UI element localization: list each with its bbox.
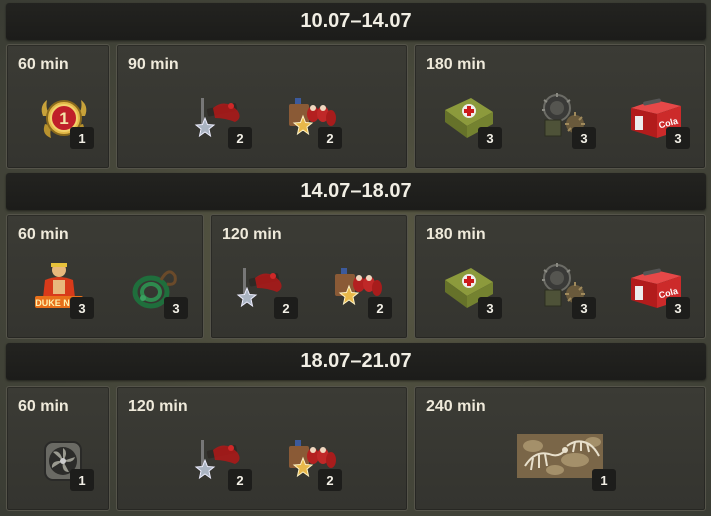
reward-card: 60 min 1 xyxy=(6,386,110,511)
item-count-badge: 1 xyxy=(70,469,94,491)
item-count-badge: 3 xyxy=(478,297,502,319)
duration-label: 180 min xyxy=(426,226,486,243)
duration-label: 120 min xyxy=(222,226,282,243)
reward-card: 120 min 2 2 xyxy=(116,386,408,511)
reward-card: 240 min 1 xyxy=(414,386,706,511)
item-count-badge: 3 xyxy=(70,297,94,319)
reward-card: 60 min 1 1 xyxy=(6,44,110,169)
period-header: 14.07–18.07 xyxy=(6,173,706,210)
svg-text:1: 1 xyxy=(59,109,68,128)
reward-card: 60 min DUKE NUK 3 3 xyxy=(6,214,204,339)
period-header: 18.07–21.07 xyxy=(6,343,706,380)
duration-label: 240 min xyxy=(426,398,486,415)
item-count-badge: 2 xyxy=(368,297,392,319)
duration-label: 60 min xyxy=(18,226,69,243)
duration-label: 60 min xyxy=(18,398,69,415)
item-count-badge: 3 xyxy=(572,127,596,149)
item-count-badge: 3 xyxy=(666,297,690,319)
item-count-badge: 2 xyxy=(228,469,252,491)
item-count-badge: 3 xyxy=(572,297,596,319)
reward-card: 180 min 3 3 Cola 3 xyxy=(414,214,706,339)
item-count-badge: 2 xyxy=(318,127,342,149)
reward-card: 120 min 2 2 xyxy=(210,214,408,339)
duration-label: 180 min xyxy=(426,56,486,73)
item-count-badge: 3 xyxy=(478,127,502,149)
duration-label: 60 min xyxy=(18,56,69,73)
duration-label: 120 min xyxy=(128,398,188,415)
reward-card: 90 min 2 2 xyxy=(116,44,408,169)
item-count-badge: 3 xyxy=(666,127,690,149)
period-header: 10.07–14.07 xyxy=(6,3,706,40)
item-count-badge: 2 xyxy=(318,469,342,491)
item-count-badge: 3 xyxy=(164,297,188,319)
item-count-badge: 1 xyxy=(592,469,616,491)
reward-card: 180 min 3 3 Cola 3 xyxy=(414,44,706,169)
item-count-badge: 2 xyxy=(274,297,298,319)
item-count-badge: 1 xyxy=(70,127,94,149)
duration-label: 90 min xyxy=(128,56,179,73)
item-count-badge: 2 xyxy=(228,127,252,149)
